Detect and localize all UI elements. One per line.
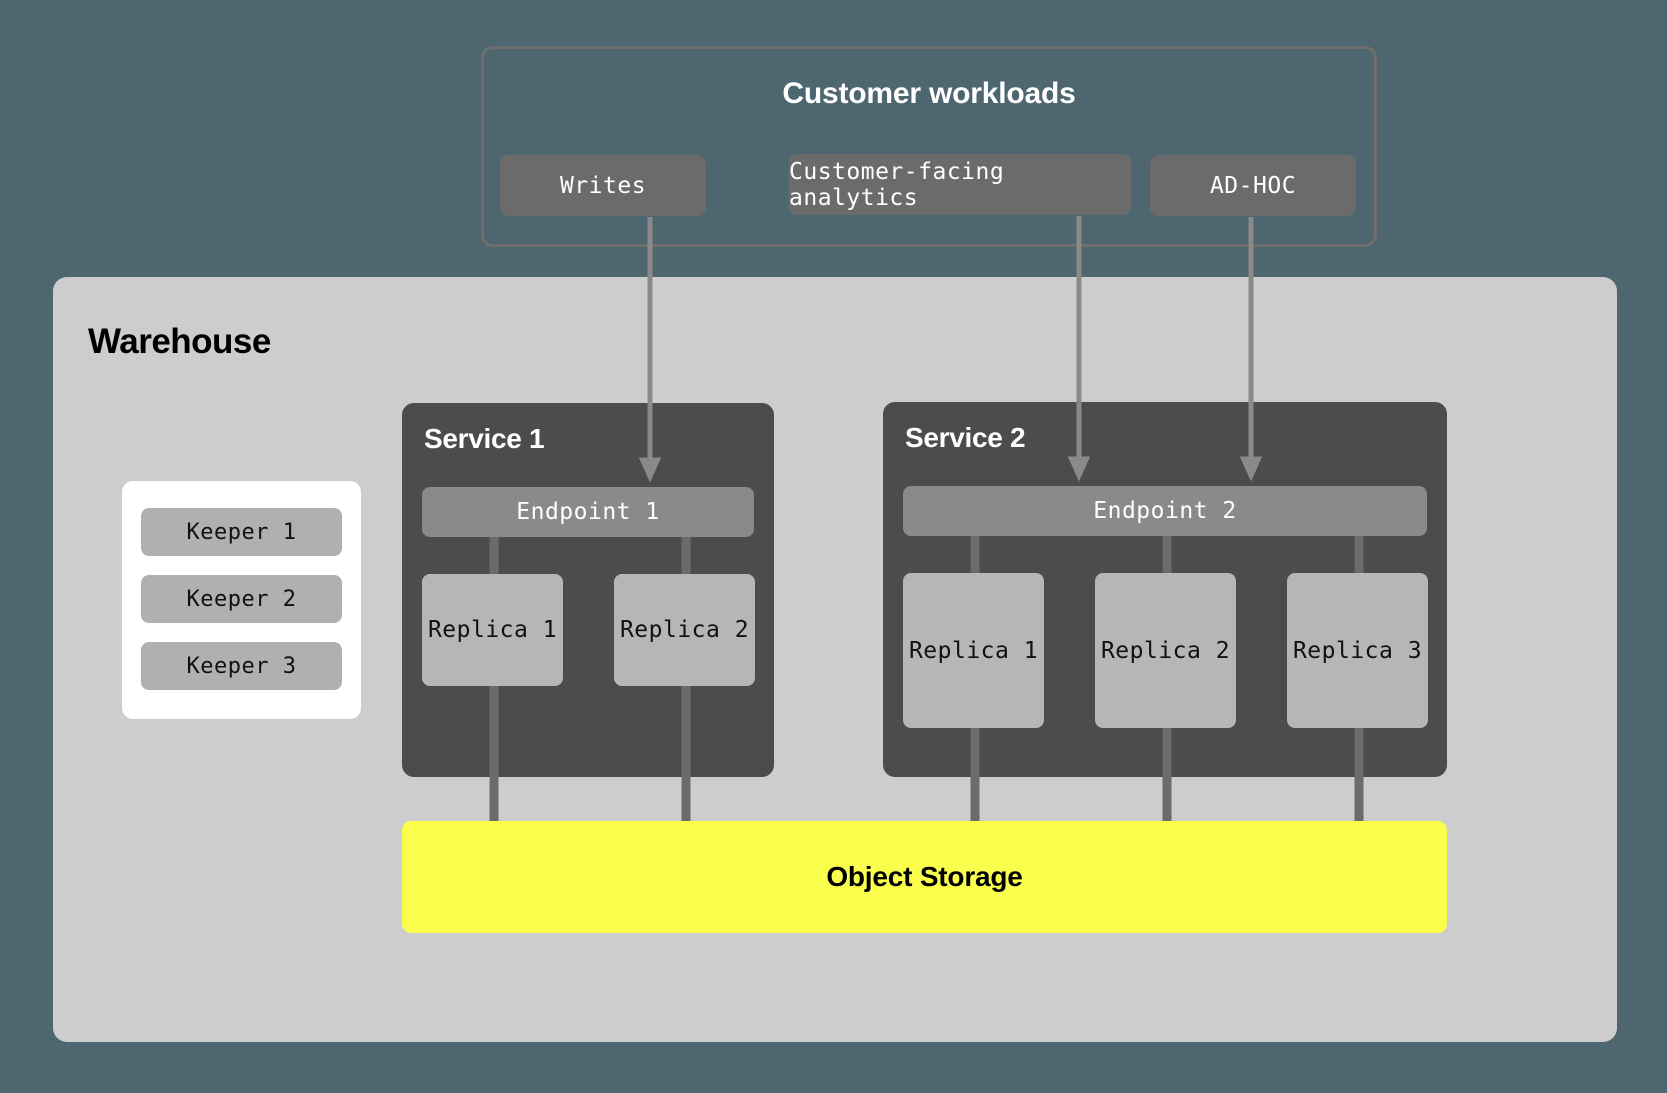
warehouse-title: Warehouse <box>88 322 271 361</box>
keeper-group: Keeper 1 Keeper 2 Keeper 3 <box>122 481 361 719</box>
service-2-replica-2[interactable]: Replica 2 <box>1095 573 1236 728</box>
service-panel-1: Service 1 Endpoint 1 Replica 1 Replica 2 <box>402 403 774 777</box>
endpoint-2[interactable]: Endpoint 2 <box>903 486 1427 536</box>
service-panel-2: Service 2 Endpoint 2 Replica 1 Replica 2… <box>883 402 1447 777</box>
service-2-title: Service 2 <box>905 422 1026 453</box>
workload-chip-writes[interactable]: Writes <box>500 155 706 216</box>
customer-workloads-group: Customer workloads <box>481 46 1377 247</box>
service-2-replica-3[interactable]: Replica 3 <box>1287 573 1428 728</box>
workload-chip-ad-hoc[interactable]: AD-HOC <box>1150 155 1356 216</box>
workload-chip-customer-facing-analytics[interactable]: Customer-facing analytics <box>789 154 1131 215</box>
keeper-node-1[interactable]: Keeper 1 <box>141 508 342 556</box>
object-storage-bar[interactable]: Object Storage <box>402 821 1447 933</box>
diagram-canvas: Customer workloads Writes Customer-facin… <box>0 0 1667 1093</box>
service-1-replica-2[interactable]: Replica 2 <box>614 574 755 686</box>
service-1-replica-1[interactable]: Replica 1 <box>422 574 563 686</box>
service-1-title: Service 1 <box>424 423 545 454</box>
service-2-replica-1[interactable]: Replica 1 <box>903 573 1044 728</box>
customer-workloads-title: Customer workloads <box>782 77 1076 110</box>
keeper-node-2[interactable]: Keeper 2 <box>141 575 342 623</box>
endpoint-1[interactable]: Endpoint 1 <box>422 487 754 537</box>
keeper-node-3[interactable]: Keeper 3 <box>141 642 342 690</box>
